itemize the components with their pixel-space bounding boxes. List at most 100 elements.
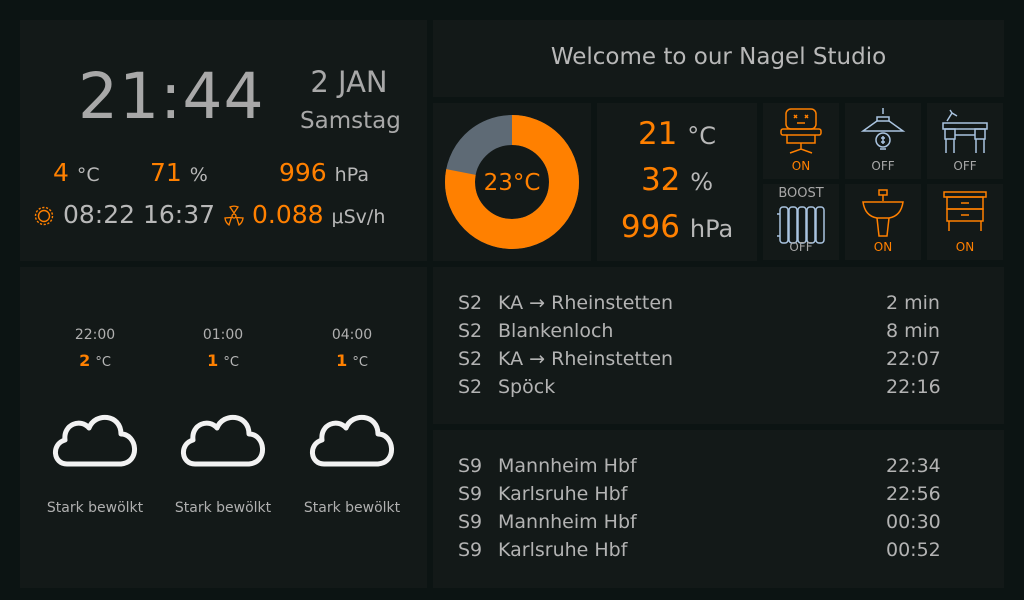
device-massage-chair[interactable]: ON — [763, 103, 839, 179]
sink-icon — [862, 189, 904, 237]
outdoor-humidity: 71 % — [150, 158, 208, 187]
device-state: OFF — [789, 240, 813, 254]
departure-row[interactable]: S9 Karlsruhe Hbf 00:52 — [458, 539, 978, 567]
departure-destination: Mannheim Hbf — [498, 455, 637, 477]
forecast-hour: 04:00 — [331, 327, 373, 343]
radiation-icon — [223, 205, 245, 231]
cloud-icon — [310, 415, 394, 467]
departure-line: S9 — [458, 511, 483, 533]
indoor-temp-unit: °C — [687, 122, 717, 150]
departure-destination: Karlsruhe Hbf — [498, 539, 628, 561]
desk-icon — [942, 109, 988, 153]
indoor-humidity-unit: % — [690, 168, 714, 196]
sunrise-time: 08:22 — [63, 200, 136, 229]
welcome-panel: Welcome to our Nagel Studio — [433, 20, 1004, 97]
departures-panel-s2: S2 KA → Rheinstetten 2 min S2 Blankenloc… — [433, 267, 1004, 424]
departure-time: 00:30 — [886, 511, 941, 533]
forecast-panel: 22:00 2 °C Stark bewölkt 01:00 1 °C Star… — [20, 267, 427, 588]
departure-time: 22:16 — [886, 376, 941, 398]
departures-panel-s9: S9 Mannheim Hbf 22:34 S9 Karlsruhe Hbf 2… — [433, 430, 1004, 588]
forecast-temp: 2 °C — [40, 351, 150, 370]
departure-row[interactable]: S2 KA → Rheinstetten 2 min — [458, 292, 978, 320]
departure-time: 22:56 — [886, 483, 941, 505]
forecast-temp-value: 2 — [79, 351, 91, 370]
device-ceiling-lamp[interactable]: OFF — [845, 103, 921, 179]
device-state: ON — [791, 159, 811, 173]
departure-time: 22:34 — [886, 455, 941, 477]
radiation-value: 0.088 — [252, 200, 324, 229]
radiation-reading: 0.088 μSv/h — [252, 200, 385, 229]
forecast-item: 22:00 2 °C Stark bewölkt — [40, 327, 150, 516]
device-state: OFF — [871, 159, 895, 173]
departure-row[interactable]: S9 Mannheim Hbf 22:34 — [458, 455, 978, 483]
sunset-time: 16:37 — [143, 200, 216, 229]
departure-time: 8 min — [886, 320, 940, 342]
nightstand-icon — [943, 191, 987, 231]
departure-time: 22:07 — [886, 348, 941, 370]
forecast-temp-unit: °C — [352, 355, 368, 370]
temperature-gauge: 23°C — [445, 115, 579, 249]
outdoor-temperature: 4 °C — [53, 158, 100, 187]
departure-row[interactable]: S9 Karlsruhe Hbf 22:56 — [458, 483, 978, 511]
device-state: OFF — [953, 159, 977, 173]
departure-time: 00:52 — [886, 539, 941, 561]
forecast-temp-unit: °C — [95, 355, 111, 370]
departure-line: S9 — [458, 455, 483, 477]
departure-row[interactable]: S2 KA → Rheinstetten 22:07 — [458, 348, 978, 376]
indoor-temp-value: 21 — [637, 116, 678, 152]
indoor-pressure-unit: hPa — [689, 215, 734, 243]
indoor-pressure-value: 996 — [620, 209, 680, 245]
indoor-temperature: 21 °C — [597, 116, 757, 152]
forecast-temp-value: 1 — [207, 351, 219, 370]
clock-weekday: Samstag — [300, 108, 401, 134]
outdoor-pressure-value: 996 — [279, 158, 327, 187]
forecast-temp: 1 °C — [168, 351, 278, 370]
departure-line: S2 — [458, 376, 483, 398]
departure-line: S9 — [458, 483, 483, 505]
outdoor-pressure-unit: hPa — [334, 164, 369, 186]
device-desk[interactable]: OFF — [927, 103, 1003, 179]
device-state: ON — [873, 240, 893, 254]
forecast-item: 01:00 1 °C Stark bewölkt — [168, 327, 278, 516]
cloud-icon — [181, 415, 265, 467]
clock-time: 21:44 — [78, 60, 265, 133]
departure-line: S2 — [458, 348, 483, 370]
temperature-gauge-panel[interactable]: 23°C — [433, 103, 591, 261]
departure-line: S9 — [458, 539, 483, 561]
cloud-icon — [53, 415, 137, 467]
device-radiator[interactable]: BOOST OFF — [763, 184, 839, 260]
indoor-humidity-value: 32 — [640, 162, 681, 198]
forecast-description: Stark bewölkt — [46, 500, 144, 516]
outdoor-humidity-unit: % — [189, 164, 208, 186]
forecast-item: 04:00 1 °C Stark bewölkt — [297, 327, 407, 516]
device-sink[interactable]: ON — [845, 184, 921, 260]
outdoor-pressure: 996 hPa — [279, 158, 369, 187]
forecast-temp-unit: °C — [223, 355, 239, 370]
indoor-pressure: 996 hPa — [597, 209, 757, 245]
departure-destination: Karlsruhe Hbf — [498, 483, 628, 505]
forecast-temp: 1 °C — [297, 351, 407, 370]
sun-times: 08:22 16:37 — [63, 200, 215, 229]
departure-destination: KA → Rheinstetten — [498, 348, 674, 370]
departure-row[interactable]: S2 Blankenloch 8 min — [458, 320, 978, 348]
device-nightstand[interactable]: ON — [927, 184, 1003, 260]
outdoor-humidity-value: 71 — [150, 158, 182, 187]
forecast-hour: 01:00 — [202, 327, 244, 343]
departure-row[interactable]: S2 Spöck 22:16 — [458, 376, 978, 404]
indoor-humidity: 32 % — [597, 162, 757, 198]
clock-date: 2 JAN — [310, 65, 388, 99]
departure-destination: KA → Rheinstetten — [498, 292, 674, 314]
gauge-label: 23°C — [484, 170, 541, 196]
device-state: ON — [955, 240, 975, 254]
departure-destination: Mannheim Hbf — [498, 511, 637, 533]
departure-destination: Spöck — [498, 376, 556, 398]
sun-icon — [32, 204, 56, 232]
welcome-title: Welcome to our Nagel Studio — [550, 44, 887, 70]
ceiling-lamp-icon — [860, 108, 906, 150]
departure-row[interactable]: S9 Mannheim Hbf 00:30 — [458, 511, 978, 539]
climate-panel: 21 °C 32 % 996 hPa — [597, 103, 757, 261]
outdoor-temp-value: 4 — [53, 158, 69, 187]
departure-destination: Blankenloch — [498, 320, 614, 342]
forecast-temp-value: 1 — [336, 351, 348, 370]
forecast-description: Stark bewölkt — [174, 500, 272, 516]
